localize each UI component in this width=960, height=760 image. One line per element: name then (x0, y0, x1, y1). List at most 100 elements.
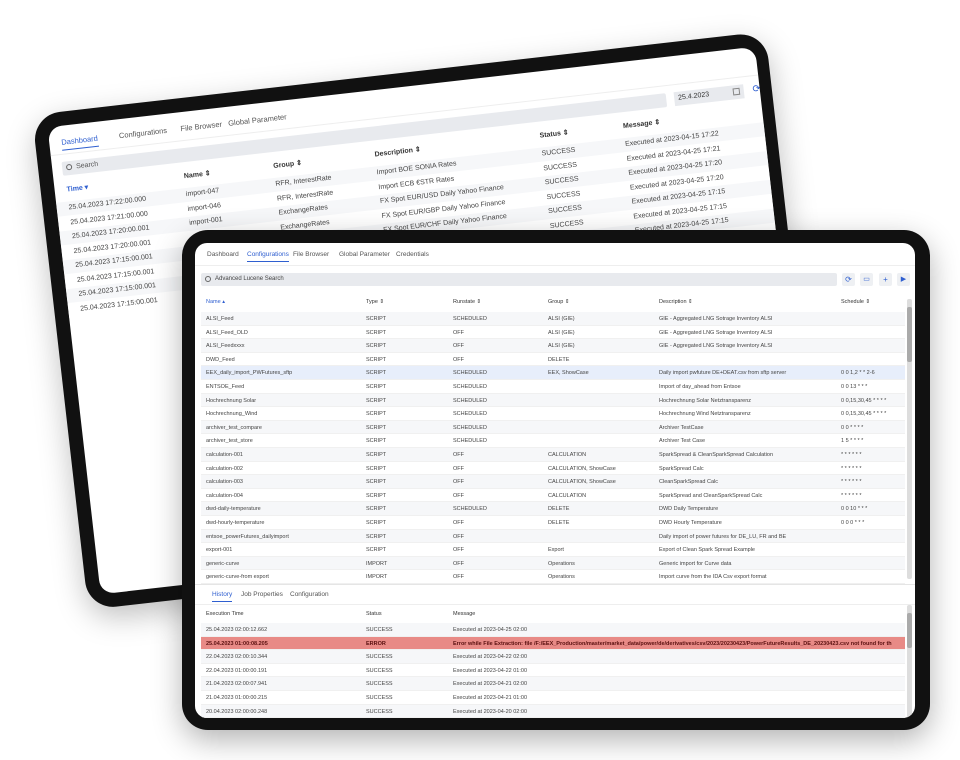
tab-global-parameter[interactable]: Global Parameter (339, 251, 390, 258)
col-description[interactable]: Description ⇕ (374, 145, 421, 158)
table-row[interactable]: archiver_test_store SCRIPT SCHEDULED Archiv… (201, 434, 905, 448)
cell-description: DWD Hourly Temperature (659, 520, 722, 526)
lucene-search-input[interactable]: Advanced Lucene Search (201, 273, 837, 286)
cell-name: export-001 (206, 547, 233, 554)
table-row[interactable]: dwd-hourly-temperature SCRIPT OFF DELETE DWD… (201, 516, 905, 530)
table-row[interactable]: calculation-003 SCRIPT OFF CALCULATION, Sho… (201, 475, 905, 489)
col-description[interactable]: Description ⇕ (659, 299, 693, 305)
tab-configurations[interactable]: Configurations (247, 251, 289, 262)
cell-schedule: * * * * * * (841, 452, 862, 458)
table-row[interactable]: archiver_test_compare SCRIPT SCHEDULED Arch… (201, 420, 905, 435)
table-row[interactable]: DWD_Feed SCRIPT OFF DELETE (201, 353, 905, 367)
cell-type: SCRIPT (366, 520, 387, 526)
cell-type: SCRIPT (366, 329, 387, 336)
refresh-button[interactable]: ⟳ (749, 82, 764, 97)
table-row[interactable]: ALSI_Feed SCRIPT SCHEDULED ALSI (GIE) GIE - … (201, 312, 905, 326)
cell-status: SUCCESS (544, 175, 580, 187)
tab-file-browser[interactable]: File Browser (180, 120, 222, 134)
cell-type: SCRIPT (366, 533, 387, 540)
cell-runstate: OFF (453, 343, 464, 350)
table-row[interactable]: EEX_daily_import_PWFutures_sftp SCRIPT SCH… (201, 366, 905, 380)
cell-status: SUCCESS (366, 695, 393, 701)
cell-group: ALSI (GIE) (548, 316, 575, 322)
cell-name: ALSI_Feed (206, 316, 234, 322)
table-row[interactable]: dwd-daily-temperature SCRIPT SCHEDULED DELE… (201, 502, 905, 516)
cell-message: Executed at 2023-04-20 02:00 (453, 708, 528, 715)
cell-runstate: SCHEDULED (453, 397, 487, 404)
cell-group: CALCULATION, ShowCase (548, 479, 616, 486)
history-row[interactable]: 25.04.2023 02:00:12.662 SUCCESS Executed a… (201, 623, 905, 637)
cell-type: SCRIPT (366, 479, 387, 486)
col-time[interactable]: Time ▾ (66, 183, 88, 193)
table-row[interactable]: generic-curve IMPORT OFF Operations Generic … (201, 556, 905, 571)
history-row[interactable]: 25.04.2023 01:00:08.205 ERROR Error while … (201, 636, 905, 651)
plus-icon[interactable]: + (879, 273, 892, 286)
cell-group: EEX, ShowCase (548, 370, 589, 377)
col-name[interactable]: Name ⇕ (183, 169, 212, 180)
col-group[interactable]: Group ⇕ (273, 159, 302, 170)
col-status[interactable]: Status ⇕ (539, 128, 569, 139)
history-row[interactable]: 20.04.2023 02:00:00.248 SUCCESS Executed a… (201, 704, 905, 718)
tab-dashboard[interactable]: Dashboard (61, 134, 98, 147)
col-type[interactable]: Type ⇕ (366, 299, 384, 305)
cell-description: SparkSpread and CleanSparkSpread Calc (659, 492, 763, 499)
cell-type: SCRIPT (366, 316, 387, 322)
cell-name: calculation-003 (206, 479, 243, 486)
cell-message: Executed at 2023-04-21 02:00 (453, 681, 528, 688)
cell-type: SCRIPT (366, 370, 387, 377)
table-row[interactable]: ALSI_Feedxxxx SCRIPT OFF ALSI (GIE) GIE - Ag… (201, 339, 905, 353)
cell-schedule: * * * * * * (841, 492, 862, 499)
col-message[interactable]: Message ⇕ (623, 118, 661, 130)
cell-name: EEX_daily_import_PWFutures_sftp (206, 370, 293, 377)
col-schedule[interactable]: Schedule ⇕ (841, 299, 870, 305)
play-icon[interactable]: ▶ (897, 273, 910, 286)
tab-job-properties[interactable]: Job Properties (241, 591, 283, 598)
tab-credentials[interactable]: Credentials (396, 251, 429, 258)
cell-runstate: OFF (453, 329, 464, 336)
table-row[interactable]: ENTSOE_Feed SCRIPT SCHEDULED Import of day_… (201, 380, 905, 394)
cell-type: SCRIPT (366, 384, 387, 390)
config-scrollbar[interactable] (907, 299, 912, 579)
cell-type: SCRIPT (366, 424, 387, 431)
cell-description: Daily import of power futures for DE_LU,… (659, 533, 787, 540)
tab-configurations[interactable]: Configurations (118, 126, 167, 140)
tab-global-parameter[interactable]: Global Parameter (228, 112, 287, 128)
cell-status: SUCCESS (366, 708, 393, 715)
table-row[interactable]: ALSI_Feed_OLD SCRIPT OFF ALSI (GIE) GIE - Ag… (201, 326, 905, 340)
cell-group: DELETE (548, 356, 570, 363)
table-row[interactable]: calculation-001 SCRIPT OFF CALCULATION Spark… (201, 448, 905, 462)
cell-time: 21.04.2023 01:00:00.215 (206, 695, 268, 701)
table-row[interactable]: Hochrechnung_Wind SCRIPT SCHEDULED Hochrech… (201, 407, 905, 421)
tab-file-browser[interactable]: File Browser (293, 251, 329, 258)
history-row[interactable]: 22.04.2023 01:00:00.191 SUCCESS Executed a… (201, 664, 905, 678)
cell-description: SparkSpread Calc (659, 465, 704, 472)
history-scrollbar[interactable] (907, 605, 912, 718)
col-name[interactable]: Name ▴ (206, 299, 225, 305)
history-row[interactable]: 21.04.2023 02:00:07.941 SUCCESS Executed a… (201, 677, 905, 691)
tab-configuration[interactable]: Configuration (290, 591, 329, 598)
history-row[interactable]: 21.04.2023 01:00:00.215 SUCCESS Executed a… (201, 691, 905, 705)
table-row[interactable]: Hochrechnung Solar SCRIPT SCHEDULED Hochrec… (201, 393, 905, 408)
calendar-icon[interactable] (732, 87, 741, 96)
configurations-screen: Dashboard Configurations File Browser Globa… (195, 243, 915, 718)
cell-status: SUCCESS (366, 667, 393, 674)
history-row[interactable]: 22.04.2023 02:00:10.344 SUCCESS Executed a… (201, 650, 905, 664)
folder-icon[interactable]: ▭ (860, 273, 873, 286)
table-row[interactable]: export-001 SCRIPT OFF Export Export of Clean… (201, 543, 905, 557)
cell-runstate: OFF (453, 547, 464, 554)
cell-time: 22.04.2023 02:00:10.344 (206, 654, 268, 661)
tab-dashboard[interactable]: Dashboard (207, 251, 239, 258)
table-row[interactable]: entsoe_powerFutures_dailyimport SCRIPT OFF… (201, 529, 905, 544)
table-row[interactable]: calculation-004 SCRIPT OFF CALCULATION Spark… (201, 489, 905, 503)
col-group[interactable]: Group ⇕ (548, 299, 569, 305)
col-runstate[interactable]: Runstate ⇕ (453, 299, 481, 305)
cell-runstate: OFF (453, 533, 464, 540)
search-icon (65, 163, 73, 171)
table-row[interactable]: generic-curve-from export IMPORT OFF Operat… (201, 570, 905, 584)
date-picker[interactable]: 25.4.2023 (673, 84, 745, 107)
cell-runstate: OFF (453, 465, 464, 472)
table-row[interactable]: calculation-002 SCRIPT OFF CALCULATION, Sho… (201, 462, 905, 476)
cell-description: Archiver TestCase (659, 424, 704, 431)
tab-history[interactable]: History (212, 591, 233, 602)
refresh-icon[interactable]: ⟳ (842, 273, 855, 286)
